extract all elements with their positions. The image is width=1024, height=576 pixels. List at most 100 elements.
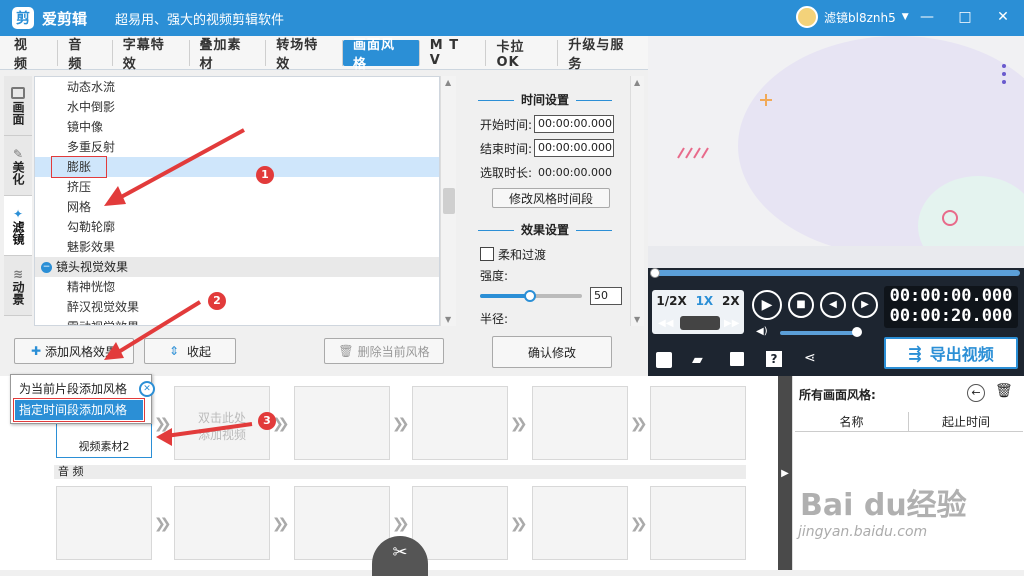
strength-input[interactable]: 50 xyxy=(590,287,622,305)
list-item[interactable]: 魅影效果 xyxy=(35,237,439,257)
list-item[interactable]: 网格 xyxy=(35,197,439,217)
chevron-right-icon: ❯❯ xyxy=(272,516,289,532)
next-frame-icon[interactable]: ▶ xyxy=(852,292,878,318)
list-item[interactable]: 镜中像 xyxy=(35,117,439,137)
baidu-watermark: Bai du经验 xyxy=(800,488,967,523)
style-category-tabs: 画面 ✎ 美化 ✦ 滤镜 ≋ 动景 xyxy=(4,76,32,326)
list-item[interactable]: 勾勒轮廓 xyxy=(35,217,439,237)
maximize-button[interactable]: □ xyxy=(954,6,976,28)
timeline-expand-handle[interactable]: ▶ xyxy=(778,376,792,570)
volume-knob[interactable] xyxy=(852,327,862,337)
rewind-icon[interactable]: ◀◀ xyxy=(658,318,673,329)
audio-slot[interactable] xyxy=(412,486,508,560)
seek-knob[interactable] xyxy=(650,268,660,278)
slider-knob[interactable] xyxy=(524,290,536,302)
new-file-icon[interactable] xyxy=(656,352,672,368)
collapse-button[interactable]: ⇕ 收起 xyxy=(144,338,236,364)
wand-icon: ✎ xyxy=(12,146,24,161)
timecode-display: 00:00:00.000 00:00:20.000 xyxy=(884,286,1018,328)
help-icon[interactable]: ? xyxy=(766,351,782,367)
username: 滤镜bl8znh5 xyxy=(824,10,896,25)
settings-scrollbar[interactable]: ▲ ▼ xyxy=(630,76,644,326)
speed-1x[interactable]: 1X xyxy=(696,294,714,308)
modify-time-button[interactable]: 修改风格时间段 xyxy=(492,188,610,208)
play-icon[interactable]: ▶ xyxy=(752,290,782,320)
audio-slot[interactable] xyxy=(650,486,746,560)
tab-overlay[interactable]: 叠加素材 xyxy=(190,38,267,72)
audio-slot[interactable] xyxy=(56,486,152,560)
jog-wheel[interactable] xyxy=(680,316,720,330)
tab-mtv[interactable]: M T V xyxy=(420,38,487,68)
save-icon[interactable] xyxy=(730,352,744,366)
list-item[interactable]: 多重反射 xyxy=(35,137,439,157)
speed-half[interactable]: 1/2X xyxy=(656,294,686,308)
start-time-input[interactable]: 00:00:00.000 xyxy=(534,115,615,133)
export-video-button[interactable]: ⇶ 导出视频 xyxy=(884,337,1018,369)
tab-subtitles[interactable]: 字幕特效 xyxy=(113,38,190,72)
tab-video[interactable]: 视 频 xyxy=(4,38,59,72)
list-item[interactable]: 动态水流 xyxy=(35,77,439,97)
tab-upgrade[interactable]: 升级与服务 xyxy=(558,38,648,72)
fade-label: 柔和过渡 xyxy=(498,247,547,262)
folder-icon[interactable]: ▰ xyxy=(692,352,703,368)
delete-style-label: 删除当前风格 xyxy=(357,344,430,359)
list-item[interactable]: 水中倒影 xyxy=(35,97,439,117)
scroll-down-icon[interactable]: ▼ xyxy=(445,315,451,324)
delete-style-button[interactable]: 🗑 删除当前风格 xyxy=(324,338,444,364)
forward-icon[interactable]: ▶▶ xyxy=(724,318,739,329)
prev-frame-icon[interactable]: ◀ xyxy=(820,292,846,318)
main-tabs: 视 频 音 频 字幕特效 叠加素材 转场特效 画面风格 M T V 卡拉OK 升… xyxy=(0,36,648,72)
scrollbar-thumb[interactable] xyxy=(443,188,455,214)
list-item[interactable]: 精神恍惚 xyxy=(35,277,439,297)
add-video-slot[interactable]: 双击此处 添加视频 xyxy=(174,386,270,460)
strength-slider[interactable] xyxy=(480,290,582,302)
chevron-right-icon: ❯❯ xyxy=(154,416,171,432)
scroll-up-icon[interactable]: ▲ xyxy=(445,78,451,87)
audio-slot[interactable] xyxy=(174,486,270,560)
empty-clip-slot[interactable] xyxy=(532,386,628,460)
chevron-right-icon: ❯❯ xyxy=(630,416,647,432)
sidetab-screen[interactable]: 画面 xyxy=(4,76,32,136)
end-time-input[interactable]: 00:00:00.000 xyxy=(534,139,615,157)
close-popup-icon[interactable]: ✕ xyxy=(139,381,155,397)
fade-checkbox[interactable] xyxy=(480,247,494,261)
collapse-label: 收起 xyxy=(187,344,212,359)
effect-group-header[interactable]: − 镜头视觉效果 xyxy=(35,257,439,277)
list-item[interactable]: 震动视觉效果 xyxy=(35,317,439,325)
scroll-down-icon[interactable]: ▼ xyxy=(634,315,640,324)
seek-bar[interactable] xyxy=(652,270,1020,276)
style-action-bar: ✚ 添加风格效果 ⇕ 收起 🗑 删除当前风格 确认修改 xyxy=(0,328,648,376)
empty-clip-slot[interactable] xyxy=(650,386,746,460)
close-button[interactable]: ✕ xyxy=(992,6,1014,28)
audio-slot[interactable] xyxy=(532,486,628,560)
empty-clip-slot[interactable] xyxy=(412,386,508,460)
list-item[interactable]: 醉汉视觉效果 xyxy=(35,297,439,317)
volume-slider[interactable] xyxy=(780,331,860,335)
user-menu[interactable]: 滤镜bl8znh5 ▼ xyxy=(796,6,909,28)
empty-clip-slot[interactable] xyxy=(294,386,390,460)
sidetab-motion[interactable]: ≋ 动景 xyxy=(4,256,32,316)
start-time-label: 开始时间: xyxy=(480,117,533,132)
popup-option-current-clip[interactable]: 为当前片段添加风格 xyxy=(11,378,151,400)
add-style-button[interactable]: ✚ 添加风格效果 xyxy=(14,338,134,364)
screen-icon xyxy=(11,86,25,99)
list-item[interactable]: 挤压 xyxy=(35,177,439,197)
effect-list-scrollbar[interactable]: ▲ ▼ xyxy=(440,76,456,326)
stop-icon[interactable]: ■ xyxy=(788,292,814,318)
scroll-up-icon[interactable]: ▲ xyxy=(634,78,640,87)
volume-icon[interactable]: ◀) xyxy=(756,326,768,337)
back-icon[interactable]: ← xyxy=(967,384,985,402)
confirm-button[interactable]: 确认修改 xyxy=(492,336,612,368)
speed-2x[interactable]: 2X xyxy=(722,294,740,308)
trash-icon[interactable]: 🗑 xyxy=(995,383,1013,399)
tab-transitions[interactable]: 转场特效 xyxy=(266,38,343,72)
tab-karaoke[interactable]: 卡拉OK xyxy=(486,39,559,70)
share-icon[interactable]: ⋖ xyxy=(804,350,816,366)
tab-audio[interactable]: 音 频 xyxy=(58,38,113,72)
sidetab-beautify[interactable]: ✎ 美化 xyxy=(4,136,32,196)
sidetab-filter[interactable]: ✦ 滤镜 xyxy=(4,196,32,256)
popup-option-time-range[interactable]: 指定时间段添加风格 xyxy=(13,398,145,422)
add-style-label: 添加风格效果 xyxy=(45,344,118,359)
tab-styles[interactable]: 画面风格 xyxy=(343,38,420,72)
minimize-button[interactable]: — xyxy=(916,6,938,28)
